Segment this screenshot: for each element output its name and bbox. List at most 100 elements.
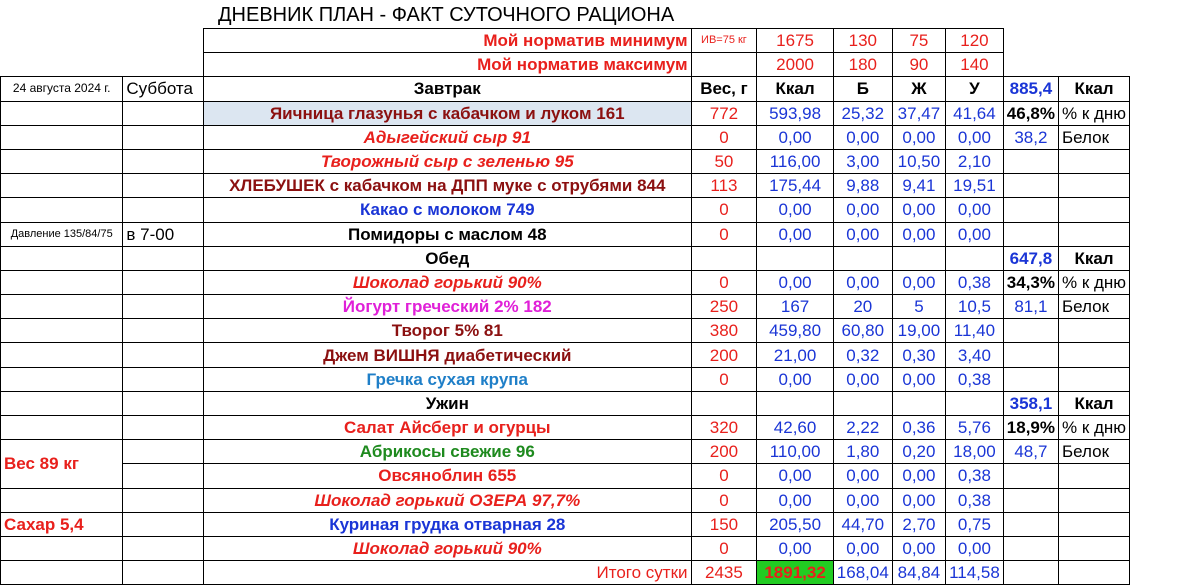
table-row: Давление 135/84/75 в 7-00 Помидоры с мас… (0, 221, 1200, 247)
norm-max-u: 140 (945, 52, 1004, 78)
header-kcal: Ккал (756, 76, 834, 102)
food-u: 11,40 (945, 318, 1004, 344)
food-name: Овсяноблин 655 (203, 463, 692, 489)
header-u: У (945, 76, 1004, 102)
food-name: Джем ВИШНЯ диабетический (203, 342, 692, 368)
food-kcal: 21,00 (756, 342, 834, 368)
weekday-cell: Суббота (122, 76, 205, 102)
food-weight: 50 (690, 148, 758, 175)
food-name: Куриная грудка отварная 28 (203, 511, 692, 537)
table-row: Овсяноблин 655 0 0,00 0,00 0,00 0,38 (1, 463, 1200, 489)
food-u: 0,00 (945, 221, 1004, 247)
norm-min-zh: 75 (891, 27, 947, 54)
food-name: Гречка сухая крупа (203, 366, 692, 392)
norm-min-iv: ИВ=75 кг (690, 27, 758, 54)
food-weight: 0 (690, 221, 758, 247)
food-zh: 0,00 (891, 124, 947, 150)
food-zh: 0,00 (891, 463, 947, 489)
section-dinner: Ужин (203, 390, 692, 417)
food-name: Шоколад горький ОЗЕРА 97,7% (203, 487, 692, 513)
food-u: 0,00 (945, 124, 1004, 150)
header-b: Б (832, 76, 893, 102)
food-u: 18,00 (945, 439, 1004, 465)
food-kcal: 0,00 (756, 221, 834, 247)
food-u: 10,5 (945, 294, 1004, 320)
food-zh: 0,36 (891, 414, 947, 441)
food-weight: 0 (690, 124, 758, 150)
food-zh: 37,47 (891, 100, 947, 126)
food-weight: 0 (690, 463, 758, 489)
food-b: 0,00 (832, 124, 893, 150)
food-b: 1,80 (832, 439, 893, 465)
food-u: 41,64 (945, 100, 1004, 126)
table-row: Джем ВИШНЯ диабетический 200 21,00 0,32 … (0, 342, 1200, 368)
breakfast-protein: 38,2 (1002, 124, 1060, 150)
section-breakfast: Завтрак (203, 76, 692, 102)
food-b: 25,32 (832, 100, 893, 126)
total-zh: 84,84 (891, 560, 947, 585)
food-name: ХЛЕБУШЕК с кабачком на ДПП муке с отрубя… (203, 173, 692, 199)
table-row: Творожный сыр с зеленью 95 50 116,00 3,0… (0, 148, 1200, 175)
food-b: 0,00 (832, 366, 893, 392)
food-zh: 10,50 (891, 148, 947, 175)
pressure-note: Давление 135/84/75 (0, 221, 124, 247)
section-lunch: Обед (203, 245, 692, 271)
food-zh: 0,00 (891, 535, 947, 562)
sugar-note: Сахар 5,4 (0, 511, 124, 537)
table-row: Гречка сухая крупа 0 0,00 0,00 0,00 0,38 (0, 366, 1200, 392)
food-b: 44,70 (832, 511, 893, 537)
food-weight: 150 (690, 511, 758, 537)
food-kcal: 0,00 (756, 124, 834, 150)
table-row: Шоколад горький ОЗЕРА 97,7% 0 0,00 0,00 … (0, 487, 1200, 513)
total-u: 114,58 (945, 560, 1004, 585)
food-weight: 0 (690, 366, 758, 392)
food-b: 0,00 (832, 487, 893, 513)
table-row: Сахар 5,4 Куриная грудка отварная 28 150… (0, 511, 1200, 537)
breakfast-pct-unit: % к дню (1057, 100, 1131, 126)
header-zh: Ж (891, 76, 947, 102)
norm-max-row: Мой норматив максимум 2000 180 90 140 (1, 52, 1200, 78)
ration-table: Мой норматив минимум ИВ=75 кг 1675 130 7… (0, 27, 1200, 585)
table-row: Творог 5% 81 380 459,80 60,80 19,00 11,4… (0, 318, 1200, 344)
header-row: 24 августа 2024 г. Суббота Завтрак Вес, … (0, 76, 1200, 102)
food-u: 0,38 (945, 463, 1004, 489)
food-b: 3,00 (832, 148, 893, 175)
food-zh: 0,20 (891, 439, 947, 465)
dinner-protein: 48,7 (1002, 439, 1060, 465)
dinner-header-row: Ужин 358,1 Ккал (0, 390, 1200, 417)
food-zh: 0,30 (891, 342, 947, 368)
lunch-pct-unit: % к дню (1057, 269, 1131, 296)
food-zh: 0,00 (891, 269, 947, 296)
food-name: Яичница глазунья с кабачком и луком 161 (203, 100, 692, 126)
food-u: 0,00 (945, 197, 1004, 223)
table-row: Вес 89 кг Абрикосы свежие 96 200 110,00 … (0, 439, 1200, 489)
table-row: Йогурт греческий 2% 182 250 167 20 5 10,… (0, 294, 1200, 320)
total-weight: 2435 (690, 560, 758, 585)
food-name: Какао с молоком 749 (203, 197, 692, 223)
food-u: 3,40 (945, 342, 1004, 368)
date-cell: 24 августа 2024 г. (0, 76, 124, 102)
food-b: 0,00 (832, 269, 893, 296)
food-kcal: 0,00 (756, 487, 834, 513)
food-u: 19,51 (945, 173, 1004, 199)
total-b: 168,04 (832, 560, 893, 585)
food-zh: 0,00 (891, 221, 947, 247)
norm-max-zh: 90 (891, 52, 947, 78)
norm-max-kcal: 2000 (756, 52, 834, 78)
norm-min-row: Мой норматив минимум ИВ=75 кг 1675 130 7… (1, 27, 1200, 54)
food-name: Салат Айсберг и огурцы (203, 414, 692, 441)
food-b: 20 (832, 294, 893, 320)
food-weight: 320 (690, 414, 758, 441)
food-zh: 0,00 (891, 487, 947, 513)
dinner-protein-unit: Белок (1057, 439, 1131, 465)
food-kcal: 175,44 (756, 173, 834, 199)
food-name: Шоколад горький 90% (203, 269, 692, 296)
food-name: Адыгейский сыр 91 (203, 124, 692, 150)
food-weight: 0 (690, 269, 758, 296)
food-zh: 9,41 (891, 173, 947, 199)
table-row: ХЛЕБУШЕК с кабачком на ДПП муке с отрубя… (0, 173, 1200, 199)
breakfast-pct: 46,8% (1002, 100, 1060, 126)
norm-max-b: 180 (832, 52, 893, 78)
norm-min-kcal: 1675 (756, 27, 834, 54)
food-name: Йогурт греческий 2% 182 (203, 294, 692, 320)
